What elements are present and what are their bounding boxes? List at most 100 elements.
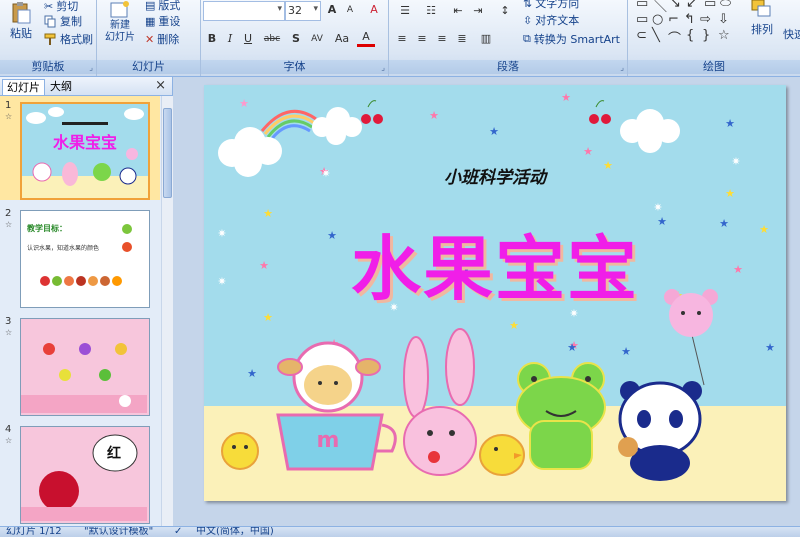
panel-tabs: 幻灯片 大纲 × — [0, 77, 172, 96]
cut-button[interactable]: ✂ 剪切 — [44, 0, 78, 14]
align-right-icon[interactable]: ≡ — [433, 30, 451, 48]
slide-3-preview — [21, 343, 147, 413]
clipboard-icon — [12, 2, 31, 24]
thumbnail-slide-2[interactable]: 教学目标： 认识水果，知道水果的颜色 — [20, 210, 150, 308]
sheep-in-cup-icon: m — [276, 341, 397, 471]
text-shadow-button[interactable]: S — [287, 30, 305, 48]
paragraph-group-label: 段落 — [389, 60, 627, 74]
line-spacing-icon[interactable]: ↕ — [493, 2, 517, 20]
svg-text:★: ★ — [509, 319, 519, 332]
slides-group: 新建 幻灯片 ▤ 版式 ▦ 重设 ✕ 删除 幻灯片 — [97, 0, 201, 76]
quick-styles-button[interactable]: 快速 — [783, 26, 800, 42]
scrollbar-thumb[interactable] — [163, 108, 172, 198]
font-name-combo[interactable]: ▾ — [203, 1, 285, 21]
svg-text:★: ★ — [725, 187, 735, 200]
decrease-indent-icon[interactable]: ⇤ — [449, 2, 467, 20]
thumbnail-row-1[interactable]: 1 ☆ 水果宝宝 — [0, 96, 160, 200]
smartart-button[interactable]: ⧉ 转换为 SmartArt — [523, 31, 620, 47]
font-color-button[interactable]: A — [357, 30, 375, 47]
italic-button[interactable]: I — [221, 30, 239, 48]
ribbon: 粘贴 ✂ 剪切 复制 格式刷 剪贴板 ⌟ 新建 幻灯片 ▤ 版式 ▦ 重设 ✕ 删除 幻 — [0, 0, 800, 77]
grow-font-button[interactable]: A — [323, 1, 341, 19]
bold-button[interactable]: B — [203, 30, 221, 48]
close-icon[interactable]: × — [155, 78, 166, 93]
delete-slide-button[interactable]: ✕ 删除 — [145, 31, 179, 47]
copy-button[interactable]: 复制 — [44, 13, 82, 29]
text-direction-icon: ⇅ — [523, 0, 533, 10]
bunny-icon — [403, 328, 477, 476]
thumbnail-slide-4[interactable]: 红 — [20, 426, 150, 524]
slide-subtitle[interactable]: 小班科学活动 — [204, 163, 786, 188]
align-left-icon[interactable]: ≡ — [393, 30, 411, 48]
format-painter-icon — [44, 33, 56, 45]
font-group-label: 字体 — [201, 60, 388, 74]
dialog-launcher-icon[interactable]: ⌟ — [381, 63, 385, 72]
clipboard-group: 粘贴 ✂ 剪切 复制 格式刷 剪贴板 ⌟ — [0, 0, 97, 76]
numbering-icon[interactable]: ☷ — [419, 2, 443, 20]
thumbnail-row-3[interactable]: 3 ☆ — [0, 312, 160, 416]
copy-icon — [44, 15, 56, 27]
dialog-launcher-icon[interactable]: ⌟ — [620, 63, 624, 72]
chevron-down-icon: ▾ — [313, 4, 318, 14]
text-direction-button[interactable]: ⇅ 文字方向 — [523, 0, 579, 11]
dialog-launcher-icon[interactable]: ⌟ — [89, 63, 93, 72]
paragraph-group: ☰ ☷ ⇤ ⇥ ↕ ⇅ 文字方向 ⇳ 对齐文本 ⧉ 转换为 SmartArt ≡ ≡ … — [389, 0, 628, 76]
clear-format-button[interactable]: A — [365, 1, 383, 19]
align-center-icon[interactable]: ≡ — [413, 30, 431, 48]
thumbnail-scrollbar[interactable] — [161, 96, 173, 526]
cut-label: 剪切 — [56, 0, 79, 13]
thumbnail-number: 1 — [5, 100, 12, 111]
underline-button[interactable]: U — [239, 30, 257, 48]
chick-icon — [479, 434, 525, 476]
thumbnail-row-4[interactable]: 4 ☆ 红 — [0, 420, 160, 524]
tab-slides[interactable]: 幻灯片 — [2, 79, 45, 95]
new-slide-button[interactable]: 新建 幻灯片 — [105, 0, 135, 44]
thumbnail-number: 4 — [5, 424, 12, 435]
svg-text:★: ★ — [621, 345, 631, 358]
paste-button[interactable]: 粘贴 — [10, 2, 32, 41]
thumbnail-slide-3[interactable] — [20, 318, 150, 416]
delete-icon: ✕ — [145, 32, 155, 46]
columns-icon[interactable]: ▥ — [477, 30, 495, 48]
increase-indent-icon[interactable]: ⇥ — [469, 2, 487, 20]
slide-1-preview: 水果宝宝 — [22, 107, 148, 198]
smartart-icon: ⧉ — [523, 32, 531, 45]
animation-star-icon: ☆ — [5, 328, 13, 337]
tab-outline[interactable]: 大纲 — [46, 79, 76, 94]
thumb4-bubble-text: 红 — [107, 446, 121, 462]
svg-text:★: ★ — [725, 117, 735, 130]
thumbnail-slide-1[interactable]: 水果宝宝 — [20, 102, 150, 200]
change-case-button[interactable]: Aa — [331, 30, 353, 48]
svg-text:★: ★ — [583, 145, 593, 158]
font-size-combo[interactable]: 32 ▾ — [285, 1, 321, 21]
current-slide[interactable]: ★★★ ★★★ ★✷★ ★✷★ ✷★✷ ★★★ ✷★★ ★★★ ✷★★ ★★★ … — [204, 85, 786, 501]
layout-button[interactable]: ▤ 版式 — [145, 0, 180, 13]
format-painter-button[interactable]: 格式刷 — [44, 31, 93, 47]
shrink-font-button[interactable]: A — [341, 1, 359, 19]
thumbnail-row-2[interactable]: 2 ☆ 教学目标： 认识水果，知道水果的颜色 — [0, 204, 160, 308]
arrange-button[interactable]: 排列 — [750, 0, 774, 37]
reset-button[interactable]: ▦ 重设 — [145, 13, 180, 29]
svg-text:★: ★ — [561, 91, 571, 104]
new-slide-icon — [110, 1, 129, 18]
drawing-group: ▭ ＼ ↘ ↙ ▭ ⬭ ▭ ○ ⌐ ↰ ⇨ ⇩ ⊂ ╲ ⌒{} ☆ 排列 快速 绘图 — [628, 0, 800, 76]
frog-icon — [516, 362, 606, 470]
align-text-button[interactable]: ⇳ 对齐文本 — [523, 12, 579, 28]
scissors-icon: ✂ — [44, 0, 54, 13]
cherry-icon — [361, 100, 383, 124]
reset-label: 重设 — [158, 15, 181, 28]
clipboard-group-label: 剪贴板 — [0, 60, 96, 74]
animation-star-icon: ☆ — [5, 436, 13, 445]
strikethrough-button[interactable]: abc — [259, 30, 285, 48]
panda-icon — [618, 381, 702, 481]
arrange-icon — [751, 0, 771, 17]
justify-icon[interactable]: ≣ — [453, 30, 471, 48]
reset-icon: ▦ — [145, 14, 156, 28]
rainbow-icon — [260, 109, 317, 141]
format-painter-label: 格式刷 — [60, 33, 93, 46]
char-spacing-button[interactable]: AV — [305, 30, 329, 48]
bullets-icon[interactable]: ☰ — [393, 2, 417, 20]
slide-2-preview — [40, 224, 132, 286]
slide-title[interactable]: 水果宝宝 — [204, 213, 786, 314]
layout-icon: ▤ — [145, 0, 156, 12]
